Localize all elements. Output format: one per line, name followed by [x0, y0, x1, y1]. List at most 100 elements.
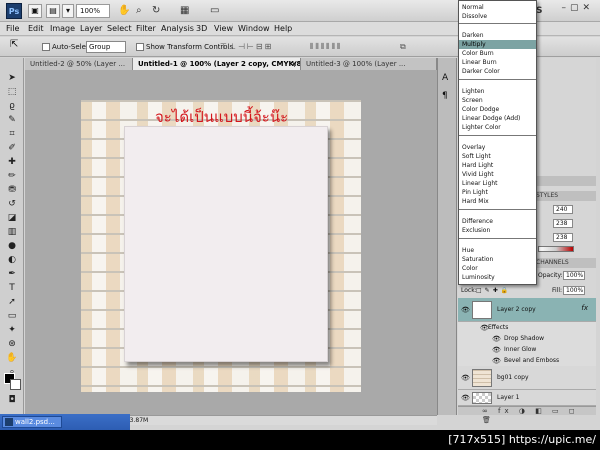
- zoom-tool-icon[interactable]: ⌕: [136, 4, 142, 18]
- tab-untitled-3[interactable]: Untitled-3 @ 100% (Layer ...: [301, 58, 437, 70]
- effects-group-row[interactable]: 👁 Effects: [458, 322, 596, 333]
- blend-option[interactable]: Linear Burn: [459, 58, 536, 67]
- opacity-field[interactable]: 100%: [563, 271, 585, 280]
- transform-controls-checkbox[interactable]: [136, 43, 144, 51]
- visibility-eye-icon[interactable]: 👁: [461, 374, 470, 382]
- blend-option[interactable]: Pin Light: [459, 188, 536, 197]
- quick-select-tool-icon[interactable]: ✎: [4, 114, 20, 126]
- character-panel-icon[interactable]: A: [442, 72, 448, 84]
- layer-row-layer-1[interactable]: 👁 Layer 1: [458, 390, 596, 406]
- blend-option[interactable]: Overlay: [459, 143, 536, 152]
- rotate-view-icon[interactable]: ↻: [152, 4, 160, 18]
- hand-tool-icon[interactable]: ✋: [118, 4, 130, 18]
- color-value-field-2[interactable]: 238: [553, 219, 573, 228]
- tab-untitled-1[interactable]: Untitled-1 @ 100% (Layer 2 copy, CMYK/8)…: [133, 58, 301, 70]
- brush-tool-icon[interactable]: ✏: [4, 170, 20, 182]
- clone-stamp-tool-icon[interactable]: ⛃: [4, 184, 20, 196]
- lock-icons[interactable]: □✎✚🔒: [476, 286, 511, 295]
- layer-row-layer-2-copy[interactable]: 👁 Layer 2 copy fx: [458, 298, 596, 322]
- visibility-eye-icon[interactable]: 👁: [492, 346, 501, 354]
- blend-option[interactable]: Darker Color: [459, 67, 536, 76]
- blend-option[interactable]: Linear Dodge (Add): [459, 114, 536, 123]
- fill-field[interactable]: 100%: [563, 286, 585, 295]
- blend-option[interactable]: Dissolve: [459, 12, 536, 21]
- eyedropper-tool-icon[interactable]: ✐: [4, 142, 20, 154]
- eraser-tool-icon[interactable]: ◪: [4, 212, 20, 224]
- auto-select-checkbox[interactable]: [42, 43, 50, 51]
- move-tool-icon[interactable]: ⇱: [10, 40, 18, 50]
- taskbar-item[interactable]: wall2.psd...: [2, 416, 62, 428]
- screen-mode-icon[interactable]: ▭: [210, 4, 219, 18]
- 3d-orbit-tool-icon[interactable]: ⊛: [4, 338, 20, 350]
- color-value-field-1[interactable]: 240: [553, 205, 573, 214]
- mini-bridge-icon[interactable]: ▤: [46, 4, 60, 18]
- blend-option[interactable]: Lighten: [459, 87, 536, 96]
- blend-option[interactable]: Darken: [459, 31, 536, 40]
- tab-untitled-2[interactable]: Untitled-2 @ 50% (Layer ...: [25, 58, 133, 70]
- dodge-tool-icon[interactable]: ◐: [4, 254, 20, 266]
- align-buttons[interactable]: ⊤⊥⊣⊢⊟⊞: [220, 42, 273, 52]
- layers-panel-footer[interactable]: ∞ fx ◑ ◧ ▭ ◻ 🗑: [458, 406, 596, 424]
- color-value-field-3[interactable]: 238: [553, 233, 573, 242]
- pen-tool-icon[interactable]: ✒: [4, 268, 20, 280]
- blend-option[interactable]: Hard Mix: [459, 197, 536, 206]
- blend-option[interactable]: Hue: [459, 246, 536, 255]
- 3d-rotate-tool-icon[interactable]: ✦: [4, 324, 20, 336]
- visibility-eye-icon[interactable]: 👁: [461, 306, 470, 314]
- blend-option[interactable]: Lighter Color: [459, 123, 536, 132]
- blend-option-selected[interactable]: Multiply: [459, 40, 536, 49]
- layer-effects-icon[interactable]: fx: [581, 304, 588, 312]
- blend-option[interactable]: Luminosity: [459, 273, 536, 282]
- blend-mode-dropdown[interactable]: Normal Dissolve Darken Multiply Color Bu…: [458, 0, 537, 285]
- menu-help[interactable]: Help: [274, 23, 292, 35]
- distribute-buttons[interactable]: ⫴⫴⫴⫴⫴⫴: [310, 42, 342, 52]
- color-ramp[interactable]: [538, 246, 574, 252]
- blend-option[interactable]: Color Dodge: [459, 105, 536, 114]
- auto-align-icon[interactable]: ⧉: [400, 42, 408, 52]
- crop-tool-icon[interactable]: ⌗: [4, 128, 20, 140]
- blend-option[interactable]: Soft Light: [459, 152, 536, 161]
- menu-select[interactable]: Select: [107, 23, 132, 35]
- menu-window[interactable]: Window: [238, 23, 270, 35]
- zoom-level-select[interactable]: 100%: [76, 4, 110, 18]
- menu-file[interactable]: File: [6, 23, 19, 35]
- menu-analysis[interactable]: Analysis: [161, 23, 194, 35]
- menu-3d[interactable]: 3D: [196, 23, 207, 35]
- effect-row-drop-shadow[interactable]: 👁 Drop Shadow: [458, 333, 596, 344]
- history-brush-tool-icon[interactable]: ↺: [4, 198, 20, 210]
- healing-brush-tool-icon[interactable]: ✚: [4, 156, 20, 168]
- blend-option[interactable]: Vivid Light: [459, 170, 536, 179]
- window-controls[interactable]: –▢✕: [561, 3, 594, 13]
- canvas-area[interactable]: จะได้เป็นแบบนี้จ้ะน๊ะ: [25, 70, 437, 415]
- paragraph-panel-icon[interactable]: ¶: [442, 90, 448, 102]
- move-tool-icon[interactable]: ➤: [4, 72, 20, 84]
- layer-row-bg01-copy[interactable]: 👁 bg01 copy: [458, 366, 596, 390]
- close-tab-icon[interactable]: ×: [291, 58, 297, 70]
- auto-select-target-select[interactable]: Group: [86, 41, 126, 53]
- bridge-icon[interactable]: ▣: [28, 4, 42, 18]
- menu-layer[interactable]: Layer: [80, 23, 102, 35]
- menu-image[interactable]: Image: [50, 23, 75, 35]
- blend-option[interactable]: Hard Light: [459, 161, 536, 170]
- lasso-tool-icon[interactable]: ϱ: [4, 100, 20, 112]
- blend-option[interactable]: Exclusion: [459, 226, 536, 235]
- shape-tool-icon[interactable]: ▭: [4, 310, 20, 322]
- blend-option[interactable]: Color Burn: [459, 49, 536, 58]
- blend-option[interactable]: Screen: [459, 96, 536, 105]
- blend-option[interactable]: Normal: [459, 3, 536, 12]
- background-color-swatch[interactable]: [10, 379, 21, 390]
- menu-view[interactable]: View: [214, 23, 233, 35]
- effect-row-bevel-emboss[interactable]: 👁 Bevel and Emboss: [458, 355, 596, 366]
- quick-mask-icon[interactable]: ◘: [4, 394, 20, 406]
- visibility-eye-icon[interactable]: 👁: [492, 357, 501, 365]
- gradient-tool-icon[interactable]: ▥: [4, 226, 20, 238]
- visibility-eye-icon[interactable]: 👁: [492, 335, 501, 343]
- arrange-documents-icon[interactable]: ▦: [180, 4, 189, 18]
- blur-tool-icon[interactable]: ●: [4, 240, 20, 252]
- type-tool-icon[interactable]: T: [4, 282, 20, 294]
- effect-row-inner-glow[interactable]: 👁 Inner Glow: [458, 344, 596, 355]
- blend-option[interactable]: Color: [459, 264, 536, 273]
- blend-option[interactable]: Difference: [459, 217, 536, 226]
- path-selection-tool-icon[interactable]: ➚: [4, 296, 20, 308]
- menu-filter[interactable]: Filter: [136, 23, 156, 35]
